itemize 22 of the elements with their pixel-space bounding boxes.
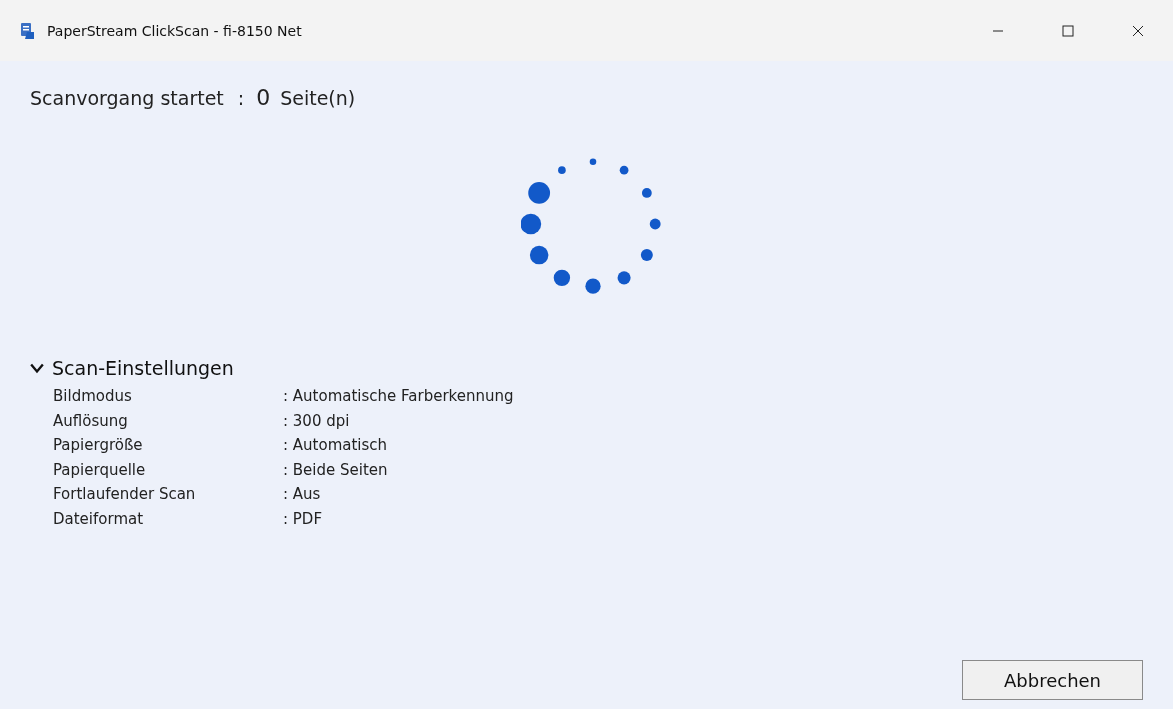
setting-label: Bildmodus <box>53 386 133 407</box>
setting-label: Dateiformat <box>53 508 145 530</box>
setting-label: Papiergröße <box>53 435 144 457</box>
maximize-icon <box>1062 24 1074 37</box>
status-label: Scanvorgang startet <box>30 87 224 109</box>
section-title: Scan-Einstellungen <box>52 357 234 379</box>
app-icon <box>18 21 36 40</box>
setting-value: : Aus <box>283 484 322 506</box>
setting-value: : Beide Seiten <box>283 459 389 481</box>
setting-label: Papierquelle <box>53 459 147 481</box>
page-count: 0 <box>256 85 271 110</box>
setting-label: Auflösung <box>53 410 129 432</box>
setting-value: : Automatische Farberkennung <box>283 386 515 407</box>
window-title: PaperStream ClickScan - fi-8150 Net <box>47 22 302 39</box>
setting-label: Fortlaufender Scan <box>53 484 197 506</box>
cancel-button[interactable]: Abbrechen <box>962 660 1143 700</box>
setting-value: : 300 dpi <box>283 410 351 432</box>
setting-value: : PDF <box>283 508 324 530</box>
setting-value: : Automatisch <box>283 435 389 457</box>
close-icon <box>1132 24 1144 37</box>
page-unit: Seite(n) <box>280 87 356 109</box>
status-separator: : <box>237 87 245 109</box>
